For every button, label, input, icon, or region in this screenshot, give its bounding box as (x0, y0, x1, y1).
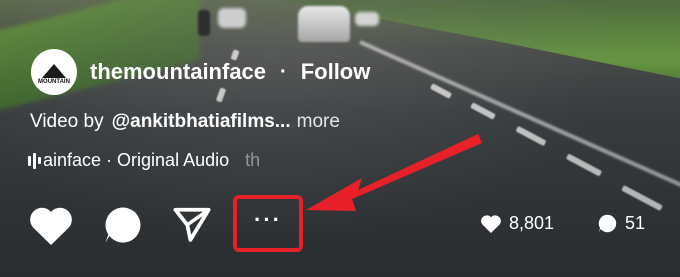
comments-count-value: 51 (625, 213, 646, 233)
username-link[interactable]: themountainface (90, 59, 266, 85)
separator-dot: · (280, 60, 287, 83)
credited-user-link[interactable]: @ankitbhatiafilms... (112, 111, 291, 132)
audio-title-overflow: th (245, 150, 261, 170)
follow-button[interactable]: Follow (301, 59, 371, 85)
more-options-icon: ··· (254, 206, 282, 232)
comment-button[interactable] (102, 204, 144, 246)
like-button[interactable] (28, 205, 74, 245)
audio-title: ainface · Original Audio (43, 150, 230, 170)
caption: Video by @ankitbhatiafilms... more (30, 111, 340, 133)
comment-icon (598, 214, 617, 233)
more-options-button[interactable]: ··· (233, 195, 303, 252)
caption-prefix: Video by (30, 111, 104, 132)
likes-count-value: 8,801 (509, 213, 555, 233)
likes-count[interactable]: 8,801 (480, 213, 554, 234)
audio-link[interactable]: ainface · Original Audio th (28, 150, 260, 171)
heart-icon (481, 215, 501, 233)
caption-more-link[interactable]: more (297, 111, 340, 132)
mountain-logo-icon (42, 63, 66, 78)
share-button[interactable] (172, 205, 212, 243)
heart-icon (30, 207, 72, 245)
comment-icon (105, 207, 141, 243)
send-icon (173, 207, 211, 242)
avatar-logo-text: MOUNTAIN (38, 78, 70, 85)
action-bar: ··· (0, 195, 680, 255)
avatar[interactable]: MOUNTAIN (31, 49, 77, 95)
audio-wave-icon (28, 152, 41, 169)
post-header: MOUNTAIN themountainface · Follow (31, 49, 370, 95)
comments-count[interactable]: 51 (597, 213, 645, 234)
